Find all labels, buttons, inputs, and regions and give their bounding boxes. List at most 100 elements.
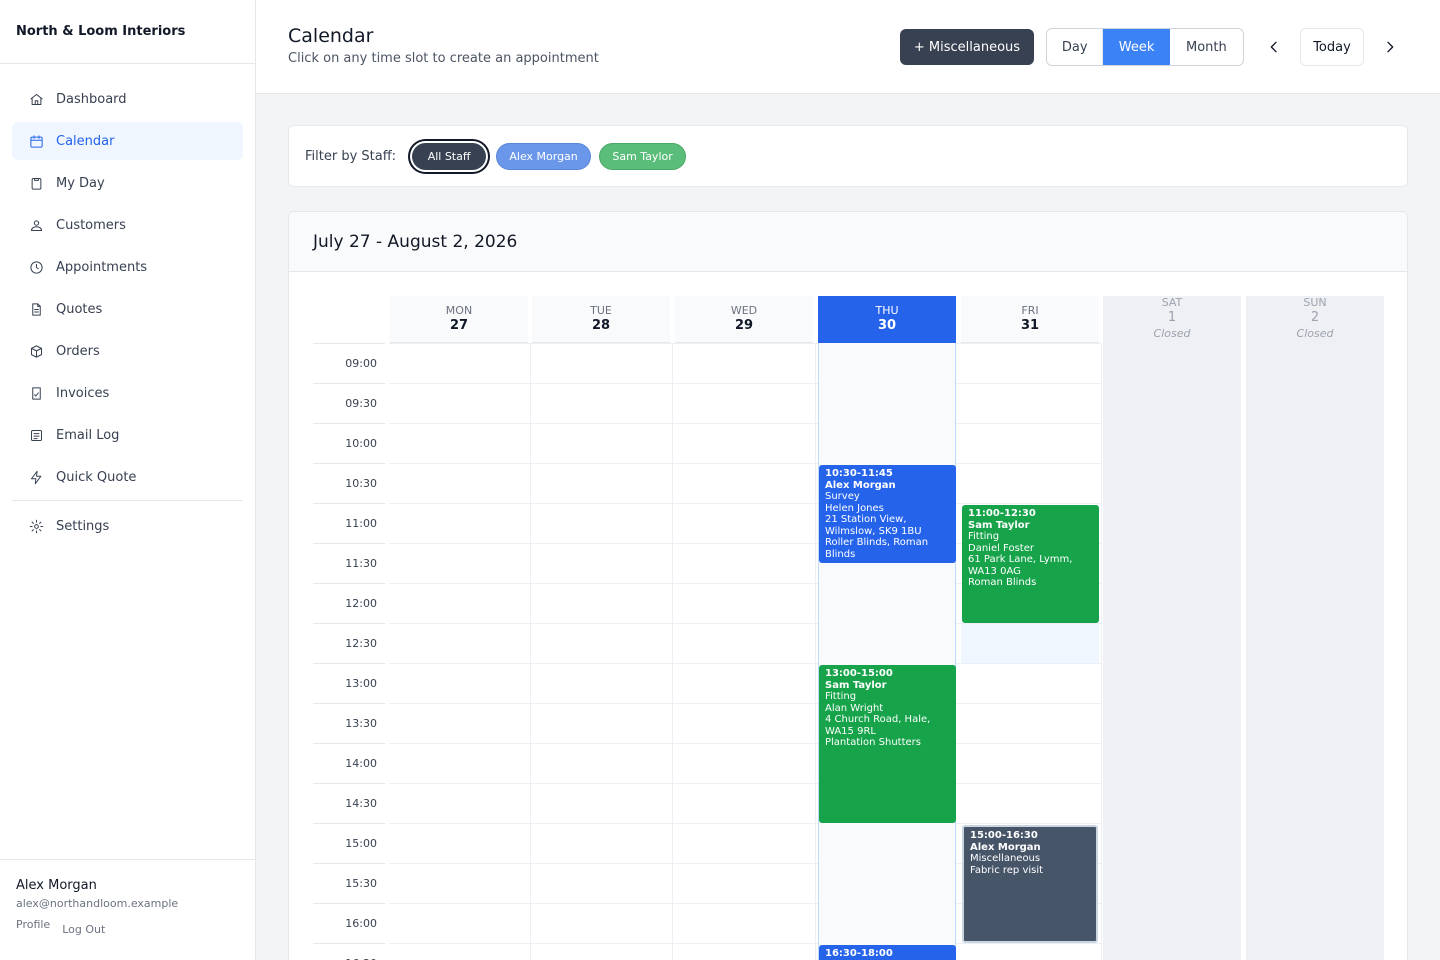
filter-label: Filter by Staff: (305, 148, 397, 164)
view-toggle: Day Week Month (1046, 28, 1244, 66)
day-name: SAT (1161, 296, 1183, 309)
appointment-type: Survey (825, 491, 860, 502)
appointment-block[interactable]: 11:00-12:30 Sam Taylor Fitting Daniel Foste… (962, 505, 1099, 623)
users-icon (28, 217, 44, 233)
chevron-left-icon (1270, 41, 1277, 53)
logout-link[interactable]: Log Out (62, 923, 105, 936)
time-label: 10:00 (313, 423, 385, 463)
brand-name: North & Loom Interiors (0, 0, 255, 64)
calendar-grid: MON 27 TUE 28 WED 29 THU 30 FRI 31 SAT 1 Closed SUN 2 C… (289, 212, 1407, 960)
sidebar-item-appointments[interactable]: Appointments (12, 248, 243, 286)
receipt-icon (28, 385, 44, 401)
appointment-products: Roman Blinds (968, 577, 1037, 588)
user-panel: Alex Morgan alex@northandloom.example Pr… (0, 859, 255, 960)
time-label: 16:30 (313, 943, 385, 960)
day-header[interactable]: MON 27 (390, 296, 528, 343)
sidebar-item-calendar[interactable]: Calendar (12, 122, 243, 160)
day-column[interactable] (390, 343, 528, 960)
day-column[interactable] (532, 343, 670, 960)
home-icon (28, 91, 44, 107)
appointment-block[interactable]: 16:30-18:00 (819, 945, 956, 960)
appointment-type: Fitting (825, 691, 857, 702)
appointment-products: Roller Blinds, Roman Blinds (825, 537, 929, 560)
filter-all-staff[interactable]: All Staff (412, 142, 487, 170)
time-label: 16:00 (313, 903, 385, 943)
appointment-time: 16:30-18:00 (825, 948, 893, 959)
sidebar: North & Loom Interiors Dashboard Calenda… (0, 0, 256, 960)
user-email: alex@northandloom.example (16, 897, 179, 910)
sidebar-item-quotes[interactable]: Quotes (12, 290, 243, 328)
time-label: 11:30 (313, 543, 385, 583)
sidebar-item-customers[interactable]: Customers (12, 206, 243, 244)
appointment-address: 61 Park Lane, Lymm, WA13 0AG (968, 554, 1073, 577)
today-button[interactable]: Today (1300, 28, 1364, 66)
staff-filter: Filter by Staff: All Staff Alex Morgan S… (288, 125, 1408, 187)
time-label: 09:30 (313, 383, 385, 423)
filter-alex-morgan[interactable]: Alex Morgan (496, 142, 592, 170)
view-day-button[interactable]: Day (1047, 29, 1104, 65)
day-header[interactable]: TUE 28 (532, 296, 670, 343)
appointment-time: 13:00-15:00 (825, 668, 893, 679)
sidebar-item-dashboard[interactable]: Dashboard (12, 80, 243, 118)
day-date: 28 (591, 318, 611, 333)
profile-link[interactable]: Profile (16, 918, 50, 936)
column-divider (815, 343, 816, 960)
time-label: 10:30 (313, 463, 385, 503)
appointment-block[interactable]: 10:30-11:45 Alex Morgan Survey Helen Jones 2… (819, 465, 956, 563)
day-column[interactable] (675, 343, 813, 960)
sidebar-item-label: Quick Quote (56, 469, 137, 485)
closed-day-column: SAT 1 Closed (1103, 296, 1241, 960)
appointment-staff: Alex Morgan (970, 841, 1041, 853)
day-date: 27 (449, 318, 469, 333)
appointment-customer: Helen Jones (825, 502, 884, 514)
sidebar-item-label: My Day (56, 175, 105, 191)
closed-label: Closed (1296, 327, 1334, 340)
appointment-time: 10:30-11:45 (825, 468, 893, 479)
view-month-button[interactable]: Month (1170, 29, 1243, 65)
appointment-type: Fitting (968, 531, 1000, 542)
day-column[interactable] (818, 343, 956, 960)
previous-week-button[interactable] (1259, 32, 1289, 62)
appointment-address: 4 Church Road, Hale, WA15 9RL (825, 714, 931, 737)
sidebar-item-my-day[interactable]: My Day (12, 164, 243, 202)
sidebar-item-settings[interactable]: Settings (12, 507, 243, 545)
column-divider (530, 343, 531, 960)
time-label: 15:30 (313, 863, 385, 903)
sidebar-item-quick-quote[interactable]: Quick Quote (12, 458, 243, 496)
sidebar-item-label: Invoices (56, 385, 110, 401)
sidebar-item-email-log[interactable]: Email Log (12, 416, 243, 454)
filter-sam-taylor[interactable]: Sam Taylor (599, 142, 687, 170)
sidebar-item-label: Appointments (56, 259, 148, 275)
clock-icon (28, 259, 44, 275)
appointment-block[interactable]: 13:00-15:00 Sam Taylor Fitting Alan Wright 4… (819, 665, 956, 823)
time-label: 11:00 (313, 503, 385, 543)
next-week-button[interactable] (1375, 32, 1405, 62)
gear-icon (28, 518, 44, 534)
appointment-type: Miscellaneous (970, 853, 1041, 864)
column-divider (672, 343, 673, 960)
day-date: 30 (877, 318, 897, 333)
clipboard-icon (28, 175, 44, 191)
sidebar-item-label: Email Log (56, 427, 120, 443)
closed-label: Closed (1153, 327, 1191, 340)
appointment-staff: Sam Taylor (825, 679, 887, 691)
sidebar-item-invoices[interactable]: Invoices (12, 374, 243, 412)
day-name: WED (730, 304, 758, 317)
time-label: 13:00 (313, 663, 385, 703)
day-header[interactable]: WED 29 (675, 296, 813, 343)
time-label: 12:30 (313, 623, 385, 663)
day-header[interactable]: THU 30 (818, 296, 956, 343)
day-header[interactable]: FRI 31 (961, 296, 1099, 343)
nav-divider (12, 500, 243, 501)
chevron-right-icon (1387, 41, 1394, 53)
appointment-block[interactable]: 15:00-16:30 Alex Morgan Miscellaneous Fabri… (962, 825, 1098, 943)
sidebar-item-label: Customers (56, 217, 126, 233)
time-label: 13:30 (313, 703, 385, 743)
view-week-button[interactable]: Week (1103, 29, 1170, 65)
appointment-time: 11:00-12:30 (968, 508, 1036, 519)
day-date: 1 (1167, 310, 1177, 325)
sidebar-item-orders[interactable]: Orders (12, 332, 243, 370)
add-miscellaneous-button[interactable]: + Miscellaneous (900, 29, 1034, 65)
day-name: TUE (590, 304, 612, 317)
appointment-customer: Daniel Foster (968, 542, 1034, 554)
